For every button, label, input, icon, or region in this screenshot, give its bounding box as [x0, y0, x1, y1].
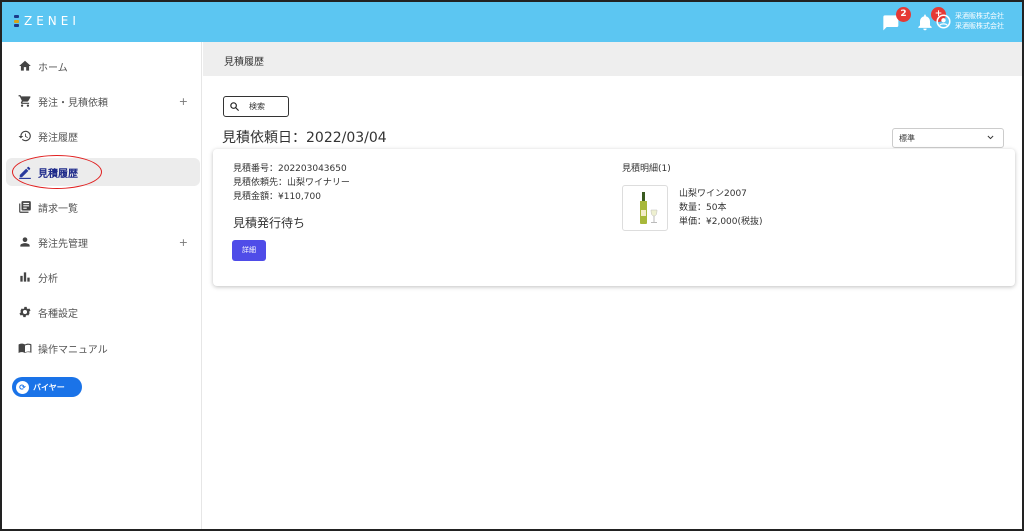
product-name: 山梨ワイン2007 — [679, 189, 747, 199]
book-icon — [18, 343, 32, 354]
document-list-icon — [19, 201, 31, 213]
sidebar: ホーム 発注・見積依頼 + 発注履歴 見積履歴 請求一覧 発注先管理 + 分析 — [2, 42, 202, 529]
logo-mark-icon — [14, 15, 20, 27]
sidebar-item-label: ホーム — [38, 62, 68, 74]
message-count-badge: 2 — [896, 7, 911, 22]
chevron-down-icon — [987, 135, 994, 140]
sidebar-item-invoices[interactable]: 請求一覧 — [6, 193, 200, 221]
message-button[interactable]: 2 — [880, 7, 911, 34]
expand-icon[interactable]: + — [179, 95, 188, 108]
request-date-heading: 見積依頼日：2022/03/04 — [222, 130, 387, 146]
role-label: バイヤー — [33, 382, 65, 392]
account-circle-icon — [936, 13, 951, 29]
sidebar-item-label: 発注・見積依頼 — [38, 97, 108, 109]
role-switch-button[interactable]: ⟳ バイヤー — [12, 377, 82, 397]
detail-button[interactable]: 詳細 — [232, 240, 266, 261]
sidebar-item-home[interactable]: ホーム — [6, 52, 200, 80]
quote-number: 見積番号：202203043650 — [233, 164, 347, 174]
quote-detail-header: 見積明細(1) — [622, 164, 671, 174]
highlight-annotation — [12, 155, 102, 189]
sidebar-item-label: 操作マニュアル — [38, 344, 108, 356]
sidebar-item-order-history[interactable]: 発注履歴 — [6, 122, 200, 150]
logo-text: ZENEI — [24, 14, 80, 28]
sidebar-item-settings[interactable]: 各種設定 — [6, 298, 200, 326]
top-bar: ZENEI 2 + 采酒販株式会社 采酒販株式会社 — [2, 2, 1022, 42]
logo[interactable]: ZENEI — [14, 14, 80, 28]
account-menu[interactable]: 采酒販株式会社 采酒販株式会社 — [936, 11, 1004, 31]
sidebar-item-order-quote[interactable]: 発注・見積依頼 + — [6, 87, 200, 115]
home-icon — [19, 60, 31, 71]
product-unit-price: 単価：¥2,000(税抜) — [679, 217, 763, 227]
sidebar-item-suppliers[interactable]: 発注先管理 + — [6, 228, 200, 256]
account-names: 采酒販株式会社 采酒販株式会社 — [955, 11, 1004, 31]
search-button[interactable]: 検索 — [223, 96, 289, 117]
main-content: 見積履歴 検索 見積依頼日：2022/03/04 標準 見積番号：2022030… — [203, 42, 1022, 529]
notification-button[interactable]: + — [915, 7, 946, 34]
sidebar-item-label: 発注履歴 — [38, 132, 78, 144]
sort-selected-value: 標準 — [899, 134, 915, 143]
search-icon — [230, 102, 240, 112]
quote-amount: 見積金額：¥110,700 — [233, 192, 321, 202]
cart-icon — [18, 95, 31, 107]
quote-status: 見積発行待ち — [233, 216, 306, 230]
wine-bottle-icon — [640, 192, 658, 224]
switch-role-icon: ⟳ — [16, 380, 29, 394]
account-company: 采酒販株式会社 — [955, 12, 1004, 20]
sort-select[interactable]: 標準 — [892, 128, 1004, 148]
product-image[interactable] — [622, 185, 668, 231]
app-frame: ZENEI 2 + 采酒販株式会社 采酒販株式会社 ホーム 発注・見積依頼 + — [0, 0, 1024, 531]
bar-chart-icon — [20, 272, 30, 282]
search-label: 検索 — [249, 102, 265, 111]
sidebar-item-label: 請求一覧 — [38, 203, 78, 215]
person-icon — [20, 237, 30, 247]
account-company-sub: 采酒販株式会社 — [955, 22, 1004, 30]
sidebar-item-label: 各種設定 — [38, 308, 78, 320]
quote-supplier: 見積依頼先：山梨ワイナリー — [233, 178, 350, 188]
gear-icon — [19, 306, 31, 318]
quote-card: 見積番号：202203043650 見積依頼先：山梨ワイナリー 見積金額：¥11… — [213, 149, 1015, 286]
page-title: 見積履歴 — [203, 42, 1022, 76]
sidebar-item-analytics[interactable]: 分析 — [6, 263, 200, 291]
sidebar-item-label: 分析 — [38, 273, 58, 285]
expand-icon[interactable]: + — [179, 236, 188, 249]
sidebar-item-label: 発注先管理 — [38, 238, 88, 250]
history-icon — [18, 130, 31, 142]
sidebar-item-manual[interactable]: 操作マニュアル — [6, 334, 200, 362]
product-quantity: 数量：50本 — [679, 203, 727, 213]
